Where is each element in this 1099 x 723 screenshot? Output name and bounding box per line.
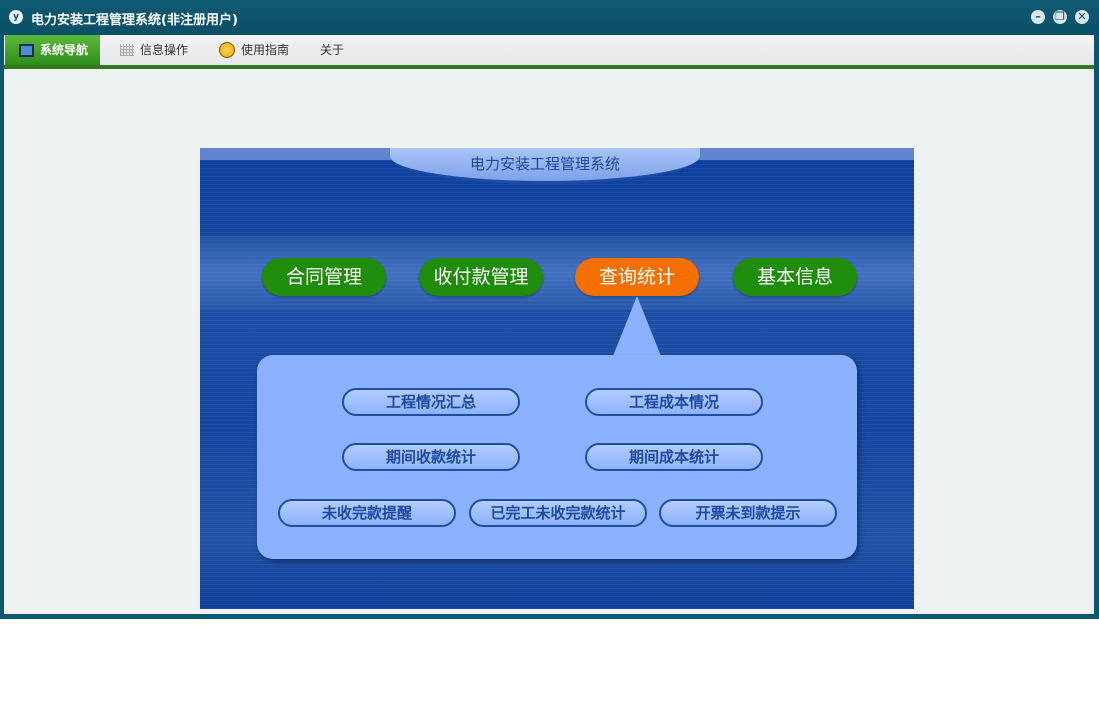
period-receipt-stats-button[interactable]: 期间收款统计: [342, 443, 520, 471]
project-cost-button[interactable]: 工程成本情况: [585, 388, 763, 416]
query-submenu: 工程情况汇总 工程成本情况 期间收款统计 期间成本统计 未收完款提醒 已完工未收…: [257, 355, 857, 559]
close-icon[interactable]: ✕: [1075, 10, 1089, 24]
period-cost-stats-button[interactable]: 期间成本统计: [585, 443, 763, 471]
monitor-icon: [19, 43, 34, 57]
navigation-panel: 电力安装工程管理系统 合同管理 收付款管理 查询统计 基本信息 工程情况汇总 工…: [200, 148, 914, 609]
menu-bar: 系统导航 信息操作 使用指南 关于: [4, 35, 1094, 69]
menu-system-nav[interactable]: 系统导航: [5, 35, 101, 65]
unpaid-reminder-button[interactable]: 未收完款提醒: [278, 499, 456, 527]
help-icon: [219, 42, 235, 58]
panel-title: 电力安装工程管理系统: [469, 155, 620, 173]
menu-label: 使用指南: [241, 43, 290, 57]
window-title: 电力安装工程管理系统(非注册用户): [31, 13, 238, 28]
nav-query-statistics[interactable]: 查询统计: [575, 258, 699, 296]
invoice-unreceived-button[interactable]: 开票未到款提示: [659, 499, 837, 527]
completed-unpaid-stats-button[interactable]: 已完工未收完款统计: [469, 499, 647, 527]
title-bar[interactable]: y 电力安装工程管理系统(非注册用户) – ❐ ✕: [0, 0, 1099, 35]
menu-user-guide[interactable]: 使用指南: [219, 35, 289, 65]
menu-label: 系统导航: [40, 43, 89, 57]
callout-pointer: [613, 296, 661, 356]
menu-info-ops[interactable]: 信息操作: [120, 35, 188, 65]
nav-contract-management[interactable]: 合同管理: [262, 258, 386, 296]
restore-icon[interactable]: ❐: [1053, 10, 1067, 24]
menu-label: 关于: [320, 43, 345, 57]
nav-basic-info[interactable]: 基本信息: [733, 258, 857, 296]
grid-icon: [120, 44, 134, 56]
menu-label: 信息操作: [140, 43, 189, 57]
project-summary-button[interactable]: 工程情况汇总: [342, 388, 520, 416]
client-area: 系统导航 信息操作 使用指南 关于 电力安装工程管理系统 合同管理 收付款管理 …: [4, 35, 1094, 614]
app-logo-icon: y: [9, 10, 23, 24]
nav-payment-management[interactable]: 收付款管理: [419, 258, 543, 296]
app-window: y 电力安装工程管理系统(非注册用户) – ❐ ✕ 系统导航 信息操作 使用指南…: [0, 0, 1099, 619]
minimize-icon[interactable]: –: [1031, 10, 1045, 24]
menu-about[interactable]: 关于: [320, 35, 344, 65]
